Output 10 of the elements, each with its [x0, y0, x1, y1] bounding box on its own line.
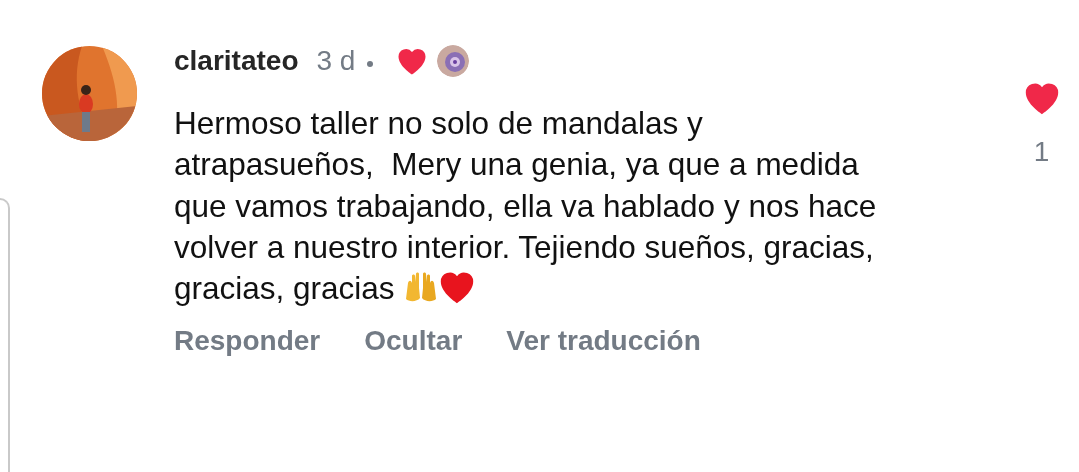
username[interactable]: claritateo	[174, 45, 299, 77]
action-link[interactable]: Responder	[174, 325, 321, 358]
comment-text: Hermoso taller no solo de mandalas y atrapasueños, Mery una genia, ya que a medida que vamos trabajando, ella va hablado y nos hace volver a nuestro interior. Tejiendo sueños, gracias, gracias, gracias	[174, 104, 878, 309]
timestamp: 3 d	[316, 45, 356, 77]
heart-icon	[439, 269, 476, 306]
separator-dot	[367, 61, 374, 67]
author-avatar-icon	[437, 45, 470, 77]
action-link[interactable]: Ocultar	[364, 325, 463, 358]
like-count: 1	[1033, 136, 1050, 168]
action-link[interactable]: Ver traducción	[506, 325, 701, 358]
